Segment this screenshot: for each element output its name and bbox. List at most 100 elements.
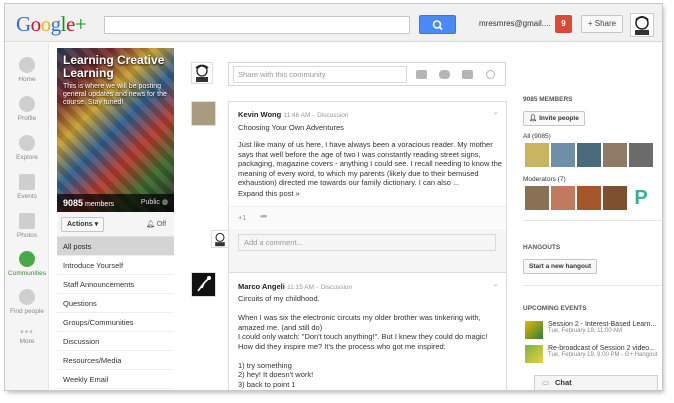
- event-icon[interactable]: [462, 70, 473, 79]
- member-avatar[interactable]: [603, 143, 627, 167]
- event-item[interactable]: Re-broadcast of Session 2 video... Tue, …: [548, 345, 662, 358]
- post-line: 3) back to point 1: [238, 379, 296, 389]
- post-category[interactable]: Discussion: [321, 284, 352, 291]
- post-author[interactable]: Kevin Wong: [238, 110, 281, 119]
- category-list: All posts Introduce Yourself Staff Annou…: [57, 237, 174, 389]
- nav-photos[interactable]: Photos: [5, 213, 49, 239]
- comment-input[interactable]: Add a comment...: [238, 234, 496, 251]
- category-item[interactable]: Introduce Yourself: [57, 256, 174, 275]
- post-body: Circuits of my childhood. When I was six…: [238, 294, 502, 389]
- more-icon: •••: [20, 327, 34, 338]
- chat-bar[interactable]: ▭ Chat: [534, 375, 658, 390]
- invite-people-button[interactable]: 👤︎ Invite people: [523, 111, 585, 126]
- expand-post-link[interactable]: Expand this post »: [238, 189, 300, 199]
- post-time[interactable]: 11:46 AM: [283, 112, 310, 119]
- browser-frame: Google+ mresmres@gmail.... 9 + Share Hom…: [5, 4, 662, 390]
- post-line: 2) hey! It doesn't work!: [238, 370, 314, 379]
- post-actions: +1 ➦: [229, 206, 506, 228]
- google-plus-logo[interactable]: Google+: [16, 12, 87, 37]
- avatar-sketch-icon: [635, 16, 649, 35]
- right-sidebar: 9085 MEMBERS 👤︎ Invite people All (9085)…: [523, 44, 662, 390]
- account-email[interactable]: mresmres@gmail....: [479, 19, 551, 28]
- account-avatar[interactable]: [630, 13, 654, 37]
- post-title: Choosing Your Own Adventures: [238, 123, 344, 132]
- share-button[interactable]: + Share: [581, 15, 623, 33]
- post-author-avatar[interactable]: [191, 272, 216, 297]
- link-icon[interactable]: [486, 70, 495, 79]
- nav-events[interactable]: Events: [5, 174, 49, 200]
- photos-icon: [19, 213, 35, 229]
- moderator-avatar[interactable]: P: [629, 186, 653, 210]
- events-icon: [19, 174, 35, 190]
- event-item[interactable]: Session 2 - Interest-Based Learn... Tue,…: [548, 321, 662, 334]
- member-avatar[interactable]: [577, 143, 601, 167]
- moderator-avatar[interactable]: [525, 186, 549, 210]
- nav-more[interactable]: ••• More: [5, 327, 49, 345]
- post-category[interactable]: Discussion: [317, 112, 348, 119]
- camera-icon[interactable]: [416, 70, 427, 79]
- event-thumbnail[interactable]: [525, 345, 543, 363]
- nav-home[interactable]: Home: [5, 57, 49, 83]
- left-navigation: Home Profile Explore Events Photos Commu…: [5, 43, 49, 390]
- moderator-avatar[interactable]: [551, 186, 575, 210]
- post-line: [238, 351, 502, 361]
- nav-label: Communities: [8, 270, 46, 277]
- category-item[interactable]: Discussion: [57, 332, 174, 351]
- category-item[interactable]: Weekly Email: [57, 370, 174, 389]
- nav-profile[interactable]: Profile: [5, 96, 49, 122]
- members-heading: 9085 MEMBERS: [523, 96, 573, 103]
- moderator-avatar[interactable]: [577, 186, 601, 210]
- post-time[interactable]: 11:15 AM: [287, 284, 314, 291]
- divider: [523, 285, 662, 286]
- category-item[interactable]: Questions: [57, 294, 174, 313]
- my-avatar: [191, 62, 213, 84]
- divider: [523, 220, 662, 221]
- category-item[interactable]: Staff Announcements: [57, 275, 174, 294]
- all-members-label[interactable]: All (9085): [523, 133, 551, 140]
- moderator-avatar[interactable]: [603, 186, 627, 210]
- moderators-label[interactable]: Moderators (7): [523, 176, 566, 183]
- event-thumbnail[interactable]: [525, 321, 543, 339]
- reshare-icon[interactable]: ➦: [260, 211, 268, 222]
- post-card: Kevin Wong 11:46 AM - Discussion ⌄ Choos…: [228, 101, 507, 286]
- category-item[interactable]: Groups/Communities: [57, 313, 174, 332]
- community-cover: Learning Creative Learning This is where…: [57, 48, 174, 212]
- share-input[interactable]: Share with this community: [233, 66, 407, 83]
- community-stats: 9085 members Public ◍: [57, 194, 174, 212]
- member-avatar[interactable]: [629, 143, 653, 167]
- post-menu-icon[interactable]: ⌄: [492, 107, 499, 116]
- post-author-avatar[interactable]: [191, 101, 216, 126]
- search-button[interactable]: [419, 15, 456, 34]
- actions-button[interactable]: Actions ▾: [61, 217, 104, 232]
- notification-badge[interactable]: 9: [555, 15, 572, 33]
- nav-label: Find people: [10, 308, 44, 315]
- post-author[interactable]: Marco Angeli: [238, 282, 285, 291]
- avatar-sketch-icon: [215, 232, 225, 247]
- visibility: Public ◍: [141, 194, 168, 212]
- community-panel: Learning Creative Learning This is where…: [57, 48, 174, 390]
- post-line: 1) try something: [238, 360, 292, 370]
- profile-icon: [19, 96, 35, 112]
- plus-one-button[interactable]: +1: [238, 213, 247, 222]
- member-avatar[interactable]: [525, 143, 549, 167]
- event-title: Re-broadcast of Session 2 video...: [548, 345, 656, 352]
- nav-label: Profile: [17, 115, 37, 122]
- post-card: Marco Angeli 11:15 AM - Discussion ⌄ Cir…: [228, 272, 507, 390]
- post-menu-icon[interactable]: ⌄: [492, 279, 499, 288]
- member-avatar[interactable]: [551, 143, 575, 167]
- nav-find-people[interactable]: Find people: [5, 289, 49, 315]
- nav-communities[interactable]: Communities: [5, 251, 49, 277]
- category-item[interactable]: All posts: [57, 237, 174, 256]
- post-line: When I was six the electronic circuits m…: [238, 313, 481, 332]
- members-label: members: [84, 201, 115, 208]
- search-input[interactable]: [104, 16, 410, 34]
- start-hangout-button[interactable]: Start a new hangout: [523, 259, 598, 274]
- notifications-label: Off: [156, 221, 167, 228]
- nav-explore[interactable]: Explore: [5, 135, 49, 161]
- visibility-label: Public: [140, 199, 160, 206]
- category-item[interactable]: Resources/Media: [57, 351, 174, 370]
- figure-icon: [197, 276, 211, 292]
- notifications-toggle[interactable]: 🔔︎ Off: [146, 220, 166, 228]
- invite-label: Invite people: [539, 115, 579, 122]
- video-icon[interactable]: [439, 70, 450, 79]
